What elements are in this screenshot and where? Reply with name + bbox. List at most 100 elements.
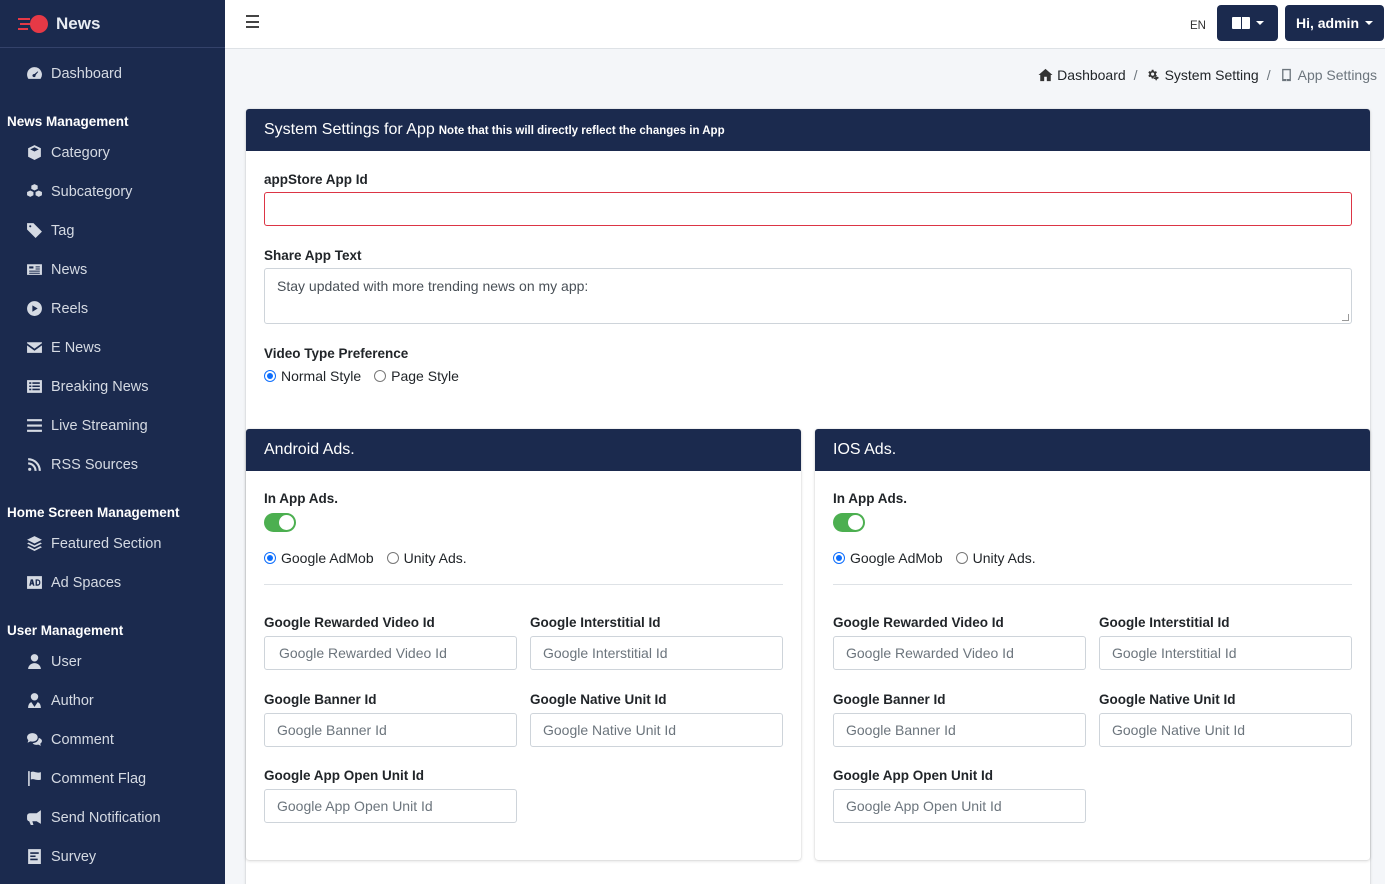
- sidebar-item-label: Dashboard: [51, 65, 122, 82]
- ios-ads-card: IOS Ads. In App Ads. Google AdMob Unity …: [815, 429, 1370, 860]
- sidebar-item-label: Subcategory: [51, 183, 133, 200]
- sidebar-item-label: Breaking News: [51, 378, 149, 395]
- sidebar-item-reels[interactable]: Reels: [0, 289, 225, 328]
- sidebar-item-featured-section[interactable]: Featured Section: [0, 524, 225, 563]
- sidebar-item-survey[interactable]: Survey: [0, 837, 225, 876]
- sidebar-item-ad-spaces[interactable]: Ad Spaces: [0, 563, 225, 602]
- native-unit-label: Google Native Unit Id: [1099, 692, 1236, 707]
- breadcrumb-label: Dashboard: [1057, 67, 1126, 83]
- sidebar-item-label: Send Notification: [51, 809, 161, 826]
- envelope-icon: [25, 339, 43, 357]
- sidebar-item-label: Author: [51, 692, 94, 709]
- system-settings-card: System Settings for App Note that this w…: [246, 109, 1370, 884]
- card-header: IOS Ads.: [815, 429, 1370, 471]
- banner-label: Google Banner Id: [264, 692, 377, 707]
- divider: [264, 584, 783, 585]
- sidebar-item-subcategory[interactable]: Subcategory: [0, 172, 225, 211]
- sidebar-item-comment[interactable]: Comment: [0, 720, 225, 759]
- brand[interactable]: News: [0, 0, 225, 48]
- card-title: System Settings for App: [264, 121, 435, 138]
- in-app-ads-label: In App Ads.: [264, 491, 338, 506]
- card-title: Android Ads.: [264, 441, 355, 458]
- share-app-text-textarea[interactable]: Stay updated with more trending news on …: [264, 268, 1352, 324]
- radio-unity-ads[interactable]: [386, 552, 399, 564]
- bullhorn-icon: [25, 809, 43, 827]
- sidebar-item-label: Reels: [51, 300, 89, 317]
- play-circle-icon: [25, 300, 43, 318]
- breadcrumb-system-setting[interactable]: System Setting: [1146, 67, 1259, 83]
- sidebar-item-user[interactable]: User: [0, 642, 225, 681]
- sidebar-item-label: Comment: [51, 731, 114, 748]
- caret-down-icon: [1255, 21, 1264, 25]
- share-app-text-value: Stay updated with more trending news on …: [277, 278, 589, 294]
- sidebar-item-tag[interactable]: Tag: [0, 211, 225, 250]
- sidebar-item-label: Category: [51, 144, 110, 161]
- video-type-label: Video Type Preference: [264, 346, 409, 361]
- app-open-unit-input[interactable]: Google App Open Unit Id: [264, 789, 517, 823]
- interstitial-input[interactable]: Google Interstitial Id: [530, 636, 783, 670]
- radio-normal-style[interactable]: [264, 370, 276, 382]
- radio-page-style[interactable]: [374, 370, 387, 382]
- native-unit-input[interactable]: Google Native Unit Id: [530, 713, 783, 747]
- card-title: IOS Ads.: [833, 441, 897, 458]
- sidebar-item-label: Tag: [51, 222, 75, 239]
- sidebar-item-label: Comment Flag: [51, 770, 147, 787]
- sidebar-item-label: User: [51, 653, 82, 670]
- rewarded-video-label: Google Rewarded Video Id: [833, 615, 1004, 630]
- share-app-text-label: Share App Text: [264, 248, 362, 263]
- sidebar-item-dashboard[interactable]: Dashboard: [0, 54, 225, 93]
- sidebar-item-live-streaming[interactable]: Live Streaming: [0, 406, 225, 445]
- rewarded-video-input[interactable]: Google Rewarded Video Id: [264, 636, 517, 670]
- nav-header-news-management: News Management: [7, 114, 129, 129]
- banner-label: Google Banner Id: [833, 692, 946, 707]
- native-unit-input[interactable]: Google Native Unit Id: [1099, 713, 1352, 747]
- video-type-radio-group: Normal Style Page Style: [264, 368, 472, 384]
- in-app-ads-toggle[interactable]: [833, 513, 865, 532]
- language-dropdown-button[interactable]: [1217, 5, 1278, 41]
- card-header: Android Ads.: [246, 429, 801, 471]
- resize-handle-icon[interactable]: [1342, 314, 1349, 321]
- hamburger-menu-icon[interactable]: [246, 15, 259, 28]
- sidebar-item-author[interactable]: Author: [0, 681, 225, 720]
- sidebar-item-breaking-news[interactable]: Breaking News: [0, 367, 225, 406]
- radio-label: Unity Ads.: [972, 550, 1036, 566]
- cube-icon: [25, 144, 43, 162]
- sidebar-item-e-news[interactable]: E News: [0, 328, 225, 367]
- interstitial-label: Google Interstitial Id: [1099, 615, 1230, 630]
- radio-label: Unity Ads.: [403, 550, 467, 566]
- sidebar-item-send-notification[interactable]: Send Notification: [0, 798, 225, 837]
- radio-unity-ads[interactable]: [955, 552, 968, 564]
- interstitial-input[interactable]: Google Interstitial Id: [1099, 636, 1352, 670]
- banner-input[interactable]: Google Banner Id: [833, 713, 1086, 747]
- appstore-id-input[interactable]: [264, 192, 1352, 226]
- user-tie-icon: [25, 692, 43, 710]
- user-menu-button[interactable]: Hi, admin: [1285, 5, 1384, 41]
- caret-down-icon: [1365, 21, 1373, 25]
- in-app-ads-toggle[interactable]: [264, 513, 296, 532]
- sidebar-item-category[interactable]: Category: [0, 133, 225, 172]
- native-unit-label: Google Native Unit Id: [530, 692, 667, 707]
- language-code: EN: [1190, 20, 1206, 32]
- radio-google-admob[interactable]: [833, 552, 845, 564]
- breadcrumb-app-settings: App Settings: [1279, 67, 1377, 83]
- sidebar-item-label: RSS Sources: [51, 456, 139, 473]
- sidebar-item-label: News: [51, 261, 88, 278]
- brand-name: News: [56, 13, 101, 33]
- app-open-unit-input[interactable]: Google App Open Unit Id: [833, 789, 1086, 823]
- ad-provider-radio-group: Google AdMob Unity Ads.: [833, 550, 1049, 566]
- sidebar-item-comment-flag[interactable]: Comment Flag: [0, 759, 225, 798]
- banner-input[interactable]: Google Banner Id: [264, 713, 517, 747]
- radio-label: Google AdMob: [281, 550, 374, 566]
- android-ads-card: Android Ads. In App Ads. Google AdMob Un…: [246, 429, 801, 860]
- sidebar-item-news[interactable]: News: [0, 250, 225, 289]
- rewarded-video-input[interactable]: Google Rewarded Video Id: [833, 636, 1086, 670]
- language-icon: [1231, 17, 1250, 29]
- breadcrumb-dashboard[interactable]: Dashboard: [1038, 67, 1126, 83]
- sidebar-item-rss-sources[interactable]: RSS Sources: [0, 445, 225, 484]
- radio-google-admob[interactable]: [264, 552, 276, 564]
- app-open-unit-label: Google App Open Unit Id: [264, 768, 424, 783]
- news-logo-icon: [18, 14, 50, 33]
- nav-header-user-management: User Management: [7, 623, 124, 638]
- user-icon: [25, 653, 43, 671]
- tag-icon: [25, 222, 43, 240]
